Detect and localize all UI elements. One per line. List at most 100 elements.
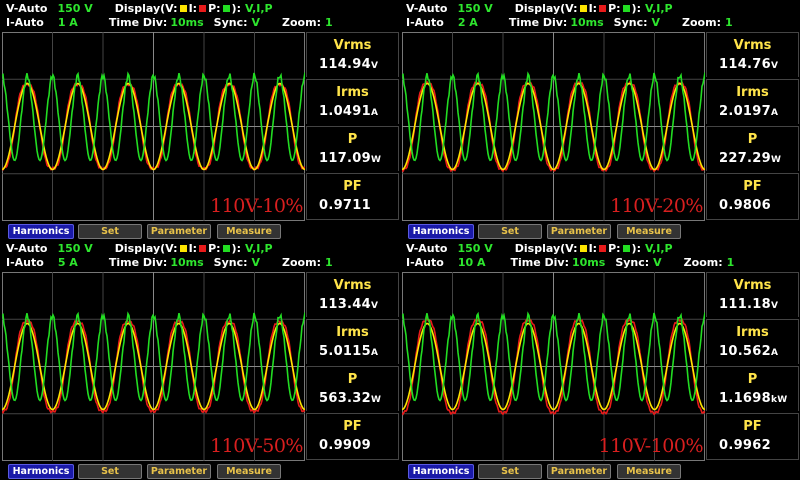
header-row-2: I-Auto 2 A Time Div: 10ms Sync: V Zoom: 1 — [406, 16, 733, 29]
i-range-value[interactable]: 5 A — [58, 256, 78, 269]
measurement-number: 563.32 — [319, 391, 371, 406]
v-range-value[interactable]: 150 V — [457, 2, 492, 15]
sync-value[interactable]: V — [652, 16, 661, 29]
measurement-number: 0.9962 — [719, 438, 771, 453]
display-value[interactable]: V,I,P — [645, 2, 673, 15]
i-marker: I: — [588, 242, 598, 255]
display-close: ): — [231, 242, 241, 255]
waveform-svg — [2, 272, 305, 461]
parameter-button[interactable]: Parameter — [147, 224, 211, 239]
measurement-label: PF — [343, 419, 362, 434]
measurement-unit: kW — [770, 395, 788, 405]
measurement-number: 1.0491 — [319, 104, 371, 119]
i-range-value[interactable]: 1 A — [58, 16, 78, 29]
sync-value[interactable]: V — [653, 256, 662, 269]
measure-button[interactable]: Measure — [617, 224, 681, 239]
measurement-unit: V — [770, 61, 779, 71]
measure-button[interactable]: Measure — [217, 464, 281, 479]
measurement-label: Vrms — [333, 278, 372, 293]
time-div-value[interactable]: 10ms — [170, 256, 203, 269]
p-marker: P: — [208, 2, 221, 15]
measurement-label: Vrms — [733, 278, 772, 293]
parameter-button[interactable]: Parameter — [547, 224, 611, 239]
zoom-value[interactable]: 1 — [325, 16, 333, 29]
time-div-label: Time Div: — [108, 256, 168, 269]
power-color-swatch — [222, 245, 230, 252]
display-label: Display( — [514, 2, 566, 15]
sync-value[interactable]: V — [252, 16, 261, 29]
v-range-value[interactable]: 150 V — [457, 242, 492, 255]
measurement-unit: W — [370, 155, 382, 165]
set-button[interactable]: Set — [478, 464, 542, 479]
measurement-panel: Vrms 113.44V Irms 5.0115A P 563.32W PF 0.9909 — [306, 272, 399, 460]
harmonics-button[interactable]: Harmonics — [408, 464, 474, 479]
current-color-swatch — [599, 245, 607, 252]
zoom-value[interactable]: 1 — [727, 256, 735, 269]
measurement-label: PF — [343, 179, 362, 194]
i-range-label: I-Auto — [6, 256, 44, 269]
zoom-label: Zoom: — [282, 256, 321, 269]
measurement-value: 114.94V — [319, 57, 378, 72]
measurement-cell-pf: PF 0.9909 — [306, 413, 399, 460]
measurement-unit: W — [770, 155, 782, 165]
header-row-1: V-Auto 150 V Display(V: I: P:): V,I,P — [6, 242, 273, 255]
measurement-number: 113.44 — [319, 297, 371, 312]
time-div-label: Time Div: — [108, 16, 168, 29]
measurement-value: 1.0491A — [319, 104, 378, 119]
test-condition-label: 110V-10% — [210, 195, 303, 217]
harmonics-button[interactable]: Harmonics — [8, 464, 74, 479]
measurement-number: 111.18 — [719, 297, 771, 312]
time-div-value[interactable]: 10ms — [570, 16, 603, 29]
harmonics-button[interactable]: Harmonics — [8, 224, 74, 239]
display-value[interactable]: V,I,P — [245, 242, 273, 255]
power-color-swatch — [622, 245, 630, 252]
time-div-value[interactable]: 10ms — [170, 16, 203, 29]
v-range-value[interactable]: 150 V — [57, 242, 92, 255]
i-range-label: I-Auto — [406, 256, 444, 269]
v-marker: V: — [565, 2, 578, 15]
v-marker: V: — [165, 2, 178, 15]
set-button[interactable]: Set — [478, 224, 542, 239]
measurement-cell-vrms: Vrms 111.18V — [706, 272, 799, 317]
measurement-number: 0.9806 — [719, 198, 771, 213]
parameter-button[interactable]: Parameter — [147, 464, 211, 479]
measurement-label: Irms — [336, 325, 369, 340]
display-value[interactable]: V,I,P — [645, 242, 673, 255]
measurement-cell-irms: Irms 5.0115A — [306, 319, 399, 364]
harmonics-button[interactable]: Harmonics — [408, 224, 474, 239]
set-button[interactable]: Set — [78, 464, 142, 479]
p-marker: P: — [608, 2, 621, 15]
measurement-number: 117.09 — [319, 151, 371, 166]
header-row-1: V-Auto 150 V Display(V: I: P:): V,I,P — [406, 242, 673, 255]
test-condition-label: 110V-20% — [610, 195, 703, 217]
i-range-label: I-Auto — [6, 16, 44, 29]
v-range-label: V-Auto — [6, 242, 48, 255]
i-range-value[interactable]: 2 A — [458, 16, 478, 29]
zoom-value[interactable]: 1 — [325, 256, 333, 269]
power-color-swatch — [622, 5, 630, 12]
parameter-button[interactable]: Parameter — [547, 464, 611, 479]
sync-label: Sync: — [213, 16, 248, 29]
measurement-unit: V — [370, 61, 379, 71]
i-range-value[interactable]: 10 A — [458, 256, 486, 269]
measurement-cell-pf: PF 0.9962 — [706, 413, 799, 460]
test-condition-label: 110V-50% — [210, 435, 303, 457]
sync-value[interactable]: V — [252, 256, 261, 269]
measurement-cell-p: P 563.32W — [306, 366, 399, 411]
measurement-label: P — [747, 372, 758, 387]
time-div-value[interactable]: 10ms — [572, 256, 605, 269]
v-range-value[interactable]: 150 V — [57, 2, 92, 15]
current-color-swatch — [599, 5, 607, 12]
i-marker: I: — [188, 242, 198, 255]
display-value[interactable]: V,I,P — [245, 2, 273, 15]
display-label: Display( — [114, 2, 166, 15]
measurement-unit: V — [370, 301, 379, 311]
measurement-value: 114.76V — [719, 57, 778, 72]
measurement-value: 5.0115A — [319, 344, 378, 359]
measurement-label: PF — [743, 179, 762, 194]
zoom-value[interactable]: 1 — [725, 16, 733, 29]
measure-button[interactable]: Measure — [617, 464, 681, 479]
measure-button[interactable]: Measure — [217, 224, 281, 239]
set-button[interactable]: Set — [78, 224, 142, 239]
measurement-label: P — [347, 132, 358, 147]
